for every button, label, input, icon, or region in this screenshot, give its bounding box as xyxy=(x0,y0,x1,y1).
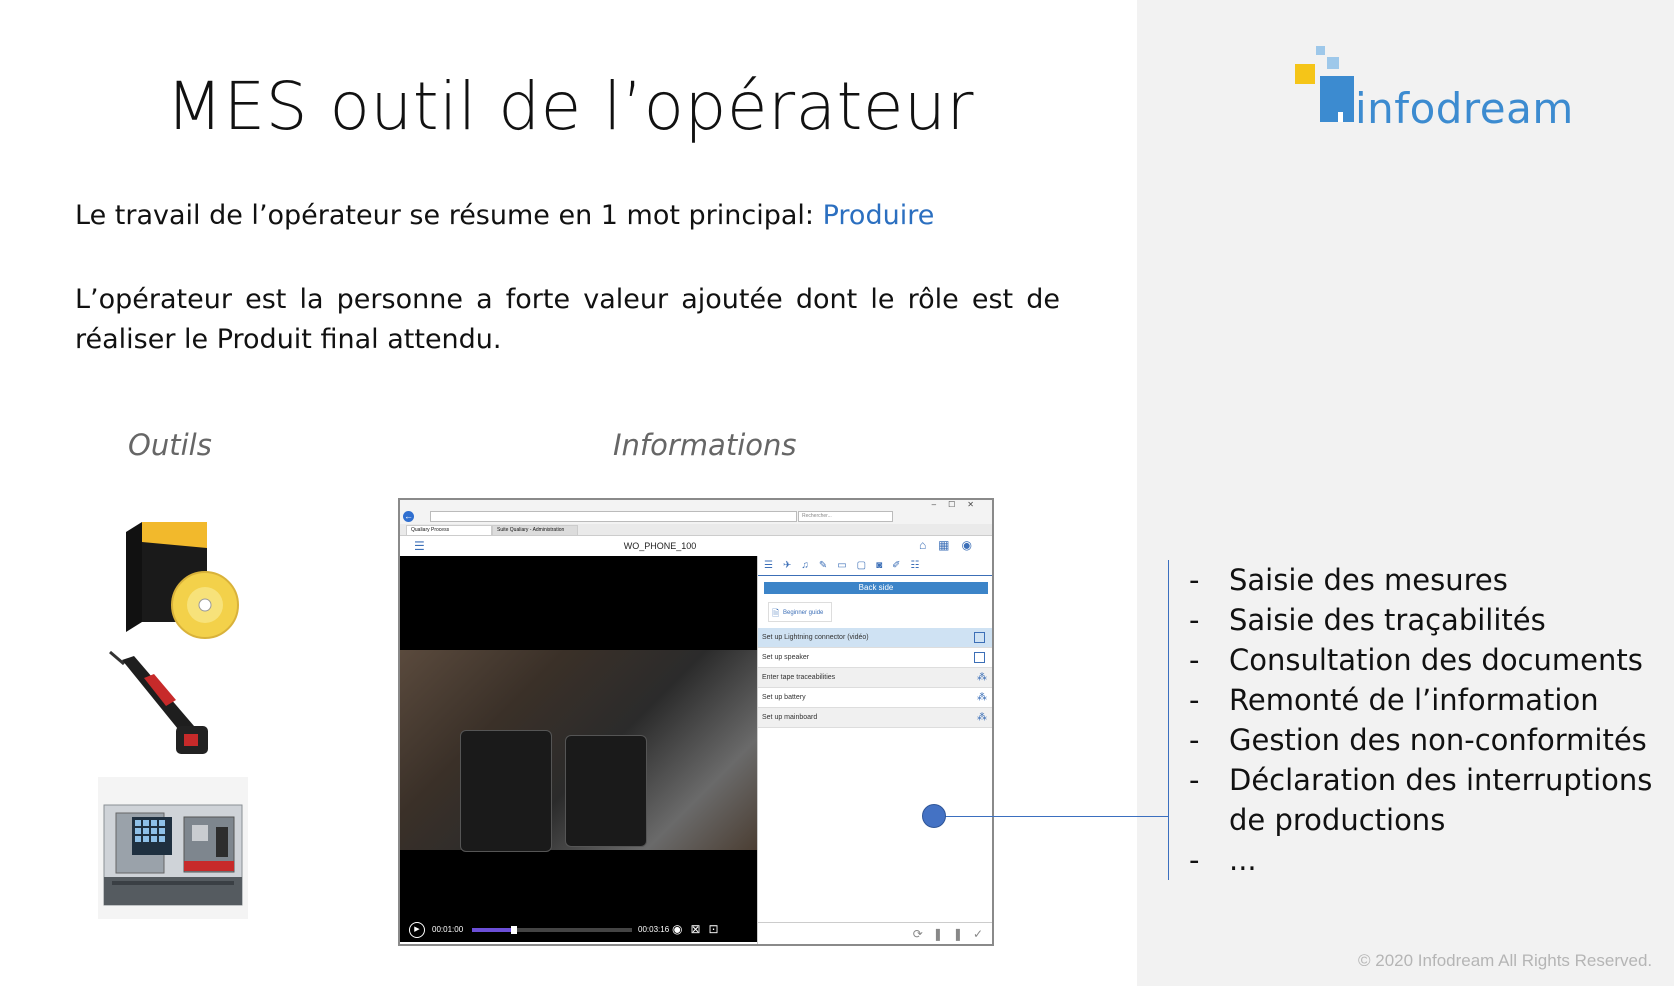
feature-text: Saisie des mesures xyxy=(1229,563,1508,597)
video-player[interactable]: ▶ 00:01:00 00:03:16 ◉⊠⊡ xyxy=(400,556,757,942)
bullet-dash: - xyxy=(1189,723,1200,757)
current-time: 00:01:00 xyxy=(432,925,464,934)
electric-screwdriver-illustration xyxy=(104,648,224,763)
feature-list-item: - Remonté de l’information xyxy=(1169,680,1669,720)
video-frame-phone-repair xyxy=(400,650,757,852)
total-time: 00:03:16 xyxy=(638,925,670,934)
feature-text: ... xyxy=(1229,843,1257,877)
hamburger-menu-icon[interactable]: ☰ xyxy=(414,539,425,553)
bullet-dash: - xyxy=(1189,643,1200,677)
beginner-guide-button[interactable]: 🗎 Beginner guide xyxy=(768,602,832,622)
video-control-icons[interactable]: ◉⊠⊡ xyxy=(672,922,727,936)
bullet-dash: - xyxy=(1189,603,1200,637)
step-label: Enter tape traceabilities xyxy=(762,674,836,681)
instructions-panel: ☰✈♫✎▭▢◙✐☷ Back side 🗎 Beginner guide Set… xyxy=(757,556,992,944)
slide-title: MES outil de l’opérateur xyxy=(166,68,974,145)
feature-list-item: -... xyxy=(1169,840,1669,880)
feature-list: - Saisie des mesures - Saisie des traçabili… xyxy=(1168,560,1669,880)
window-controls[interactable]: –☐✕ xyxy=(932,500,986,509)
video-progress-fill xyxy=(472,928,514,932)
steps-list: Set up Lightning connector (vidéo) Set up… xyxy=(758,628,992,728)
step-row[interactable]: Set up mainboard ⁂ xyxy=(758,708,992,728)
step-row[interactable]: Set up Lightning connector (vidéo) xyxy=(758,628,992,648)
step-label: Set up battery xyxy=(762,694,806,701)
step-row[interactable]: Enter tape traceabilities ⁂ xyxy=(758,668,992,688)
footsteps-icon[interactable]: ⁂ xyxy=(977,668,987,687)
feature-list-item: - Déclaration des interruptions de produc… xyxy=(1169,760,1669,840)
video-controls: ▶ 00:01:00 00:03:16 ◉⊠⊡ xyxy=(400,916,757,942)
bullet-dash: - xyxy=(1189,843,1200,877)
browser-url-field[interactable] xyxy=(430,511,797,522)
feature-list-item: - Gestion des non-conformités xyxy=(1169,720,1669,760)
app-header: ☰ WO_PHONE_100 ⌂▦◉ xyxy=(400,536,992,557)
step-label: Set up speaker xyxy=(762,654,810,661)
step-checkbox[interactable] xyxy=(974,632,985,643)
feature-list-item: - Consultation des documents xyxy=(1169,640,1669,680)
browser-back-icon[interactable]: ← xyxy=(403,511,414,522)
battery-left xyxy=(460,730,552,852)
feature-text: Déclaration des interruptions de product… xyxy=(1229,763,1653,837)
software-box-illustration xyxy=(112,520,242,640)
footsteps-icon[interactable]: ⁂ xyxy=(977,688,987,707)
feature-text: Saisie des traçabilités xyxy=(1229,603,1546,637)
informations-label: Informations xyxy=(613,428,797,462)
work-order-title: WO_PHONE_100 xyxy=(623,541,697,551)
footsteps-icon[interactable]: ⁂ xyxy=(977,708,987,727)
intro-text: Le travail de l’opérateur se résume en 1… xyxy=(75,200,934,231)
bullet-dash: - xyxy=(1189,563,1200,597)
browser-bar: ← Rechercher... –☐✕ xyxy=(400,500,992,525)
bullet-dash: - xyxy=(1189,763,1200,797)
document-icon: 🗎 xyxy=(772,608,780,618)
intro-prefix: Le travail de l’opérateur se résume en 1… xyxy=(75,200,823,231)
step-row[interactable]: Set up battery ⁂ xyxy=(758,688,992,708)
step-label: Set up Lightning connector (vidéo) xyxy=(762,634,869,641)
step-row[interactable]: Set up speaker xyxy=(758,648,992,668)
feature-text: Remonté de l’information xyxy=(1229,683,1599,717)
feature-text: Consultation des documents xyxy=(1229,643,1643,677)
panel-footer-icons[interactable]: ⟳❚❚✓ xyxy=(758,922,992,944)
video-progress-handle[interactable] xyxy=(510,926,517,934)
play-icon[interactable]: ▶ xyxy=(409,922,425,938)
tools-label: Outils xyxy=(128,428,212,462)
battery-right xyxy=(565,735,647,847)
step-label: Set up mainboard xyxy=(762,714,818,721)
browser-tabs: Qualiary Process Suite Qualiary - Admini… xyxy=(400,524,992,536)
operator-app-screenshot: ← Rechercher... –☐✕ Qualiary Process Sui… xyxy=(398,498,994,946)
feature-list-item: - Saisie des mesures xyxy=(1169,560,1669,600)
logo-wordmark: infodream xyxy=(1355,84,1574,133)
connector-line xyxy=(934,816,1169,817)
beginner-guide-label: Beginner guide xyxy=(783,610,824,616)
connector-dot xyxy=(922,804,946,828)
back-side-button[interactable]: Back side xyxy=(764,582,988,594)
panel-tab-icons[interactable]: ☰✈♫✎▭▢◙✐☷ xyxy=(758,556,992,576)
video-progress-bar[interactable] xyxy=(472,926,632,934)
browser-tab-process[interactable]: Qualiary Process xyxy=(406,525,492,536)
browser-tab-admin[interactable]: Suite Qualiary - Administration xyxy=(492,525,578,536)
feature-list-item: - Saisie des traçabilités xyxy=(1169,600,1669,640)
infodream-logo: infodream xyxy=(1293,46,1593,136)
cnc-machine-illustration xyxy=(98,777,248,919)
browser-search-field[interactable]: Rechercher... xyxy=(798,511,893,522)
copyright-notice: © 2020 Infodream All Rights Reserved. xyxy=(1358,951,1653,970)
intro-highlight: Produire xyxy=(822,200,935,231)
step-checkbox[interactable] xyxy=(974,652,985,663)
bullet-dash: - xyxy=(1189,683,1200,717)
feature-text: Gestion des non-conformités xyxy=(1229,723,1647,757)
operator-paragraph: L’opérateur est la personne a forte vale… xyxy=(75,284,1060,355)
header-icons[interactable]: ⌂▦◉ xyxy=(919,538,984,552)
